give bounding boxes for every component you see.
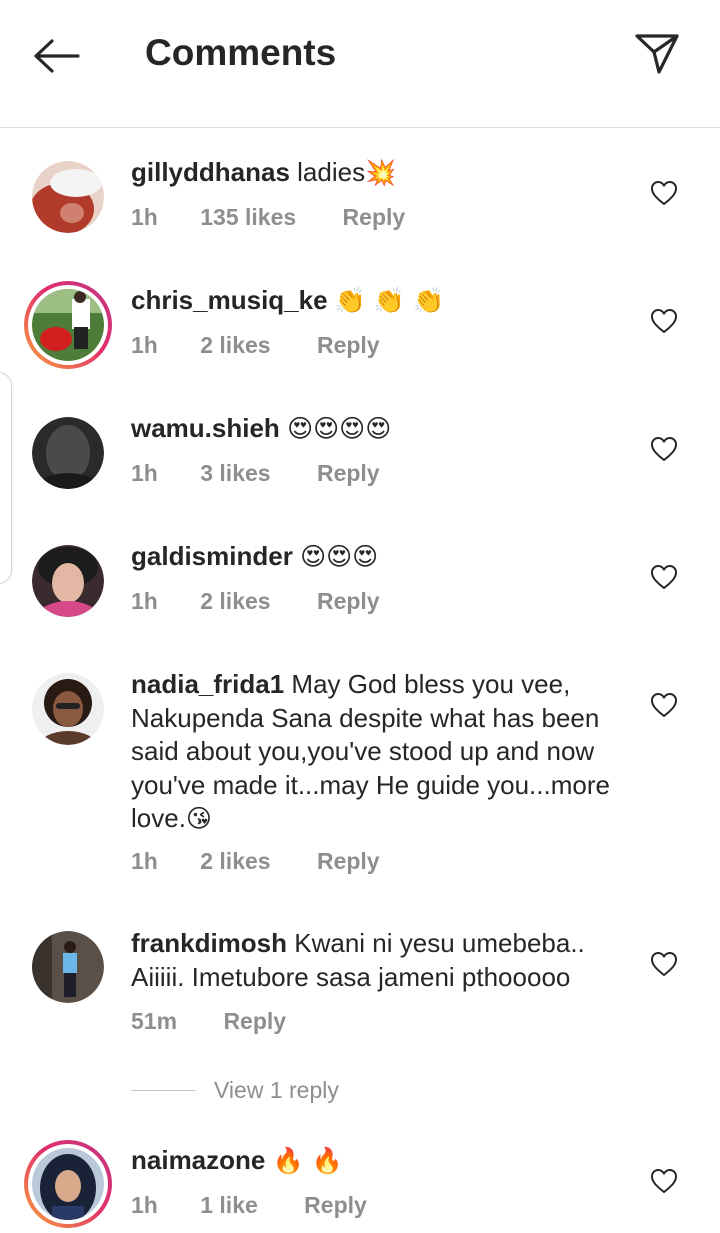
avatar-image bbox=[32, 417, 104, 489]
reply-button[interactable]: Reply bbox=[317, 332, 380, 359]
comment-time: 1h bbox=[131, 588, 158, 614]
comment-emoji: 🔥 🔥 bbox=[272, 1146, 343, 1175]
comment-body: ladies bbox=[297, 157, 366, 187]
heart-outline-icon[interactable] bbox=[650, 180, 678, 206]
comment-text: gillyddhanas ladies💥 bbox=[131, 156, 626, 190]
avatar[interactable] bbox=[32, 545, 104, 617]
reply-button[interactable]: Reply bbox=[304, 1192, 367, 1219]
avatar-image bbox=[32, 1148, 104, 1222]
comment-time: 1h bbox=[131, 848, 158, 874]
heart-outline-icon[interactable] bbox=[650, 692, 678, 718]
edge-panel-handle[interactable] bbox=[0, 372, 12, 584]
view-replies-label: View 1 reply bbox=[214, 1076, 339, 1103]
comment-username[interactable]: galdisminder bbox=[131, 541, 293, 571]
replies-divider bbox=[131, 1089, 196, 1091]
comment-text: galdisminder 😍😍😍 bbox=[131, 540, 626, 574]
view-replies-button[interactable]: View 1 reply bbox=[131, 1074, 339, 1106]
comment-likes[interactable]: 2 likes bbox=[200, 588, 270, 615]
comment-time: 51m bbox=[131, 1008, 178, 1034]
avatar[interactable] bbox=[32, 931, 104, 1003]
heart-outline-icon[interactable] bbox=[650, 951, 678, 977]
header-bar: Comments bbox=[0, 0, 720, 128]
heart-outline-icon[interactable] bbox=[650, 436, 678, 462]
comment-emoji: 😍😍😍 bbox=[300, 542, 379, 571]
page-title: Comments bbox=[145, 32, 337, 73]
avatar[interactable] bbox=[24, 281, 112, 369]
comment-time: 1h bbox=[131, 1192, 158, 1218]
comment-likes[interactable]: 135 likes bbox=[200, 204, 296, 231]
comment-likes[interactable]: 3 likes bbox=[200, 460, 270, 487]
avatar-image bbox=[32, 673, 104, 745]
avatar[interactable] bbox=[32, 161, 104, 233]
comment-emoji: 👏 👏 👏 bbox=[334, 286, 445, 315]
comment-time: 1h bbox=[131, 204, 158, 230]
direct-send-icon bbox=[635, 34, 679, 74]
back-arrow-icon bbox=[34, 39, 80, 73]
heart-outline-icon[interactable] bbox=[650, 564, 678, 590]
comment-emoji: 😍😍😍😍 bbox=[287, 414, 392, 443]
comment-text: naimazone 🔥 🔥 bbox=[131, 1144, 626, 1178]
heart-outline-icon[interactable] bbox=[650, 308, 678, 334]
heart-outline-icon[interactable] bbox=[650, 1168, 678, 1194]
comment-meta: 1h 2 likes Reply bbox=[131, 332, 380, 359]
comment-meta: 1h 135 likes Reply bbox=[131, 204, 405, 231]
reply-button[interactable]: Reply bbox=[317, 588, 380, 615]
comment-username[interactable]: chris_musiq_ke bbox=[131, 285, 328, 315]
comment-username[interactable]: wamu.shieh bbox=[131, 413, 280, 443]
reply-button[interactable]: Reply bbox=[317, 848, 380, 875]
comment-meta: 1h 1 like Reply bbox=[131, 1192, 367, 1219]
comment-emoji: 😘 bbox=[185, 804, 212, 833]
comment-likes[interactable]: 2 likes bbox=[200, 848, 270, 875]
comment-meta: 1h 3 likes Reply bbox=[131, 460, 380, 487]
avatar[interactable] bbox=[32, 417, 104, 489]
avatar-image bbox=[32, 161, 104, 233]
comment-meta: 1h 2 likes Reply bbox=[131, 848, 380, 875]
reply-button[interactable]: Reply bbox=[223, 1008, 286, 1035]
share-button[interactable] bbox=[628, 26, 686, 80]
comment-likes[interactable]: 1 like bbox=[200, 1192, 258, 1219]
comment-time: 1h bbox=[131, 460, 158, 486]
reply-button[interactable]: Reply bbox=[317, 460, 380, 487]
avatar-image bbox=[32, 931, 104, 1003]
avatar[interactable] bbox=[24, 1140, 112, 1228]
comment-emoji: 💥 bbox=[365, 158, 397, 187]
comment-text: nadia_frida1 May God bless you vee, Naku… bbox=[131, 668, 626, 836]
comment-meta: 51m Reply bbox=[131, 1008, 286, 1035]
comment-username[interactable]: frankdimosh bbox=[131, 928, 287, 958]
comment-text: chris_musiq_ke 👏 👏 👏 bbox=[131, 284, 626, 318]
comment-username[interactable]: nadia_frida1 bbox=[131, 669, 284, 699]
comment-username[interactable]: gillyddhanas bbox=[131, 157, 290, 187]
comment-likes[interactable]: 2 likes bbox=[200, 332, 270, 359]
comment-meta: 1h 2 likes Reply bbox=[131, 588, 380, 615]
comment-text: wamu.shieh 😍😍😍😍 bbox=[131, 412, 626, 446]
avatar-image bbox=[32, 545, 104, 617]
comment-time: 1h bbox=[131, 332, 158, 358]
avatar[interactable] bbox=[32, 673, 104, 745]
back-button[interactable] bbox=[28, 30, 84, 82]
avatar-image bbox=[32, 289, 104, 361]
comment-username[interactable]: naimazone bbox=[131, 1145, 265, 1175]
comment-text: frankdimosh Kwani ni yesu umebeba.. Aiii… bbox=[131, 927, 626, 994]
reply-button[interactable]: Reply bbox=[343, 204, 406, 231]
